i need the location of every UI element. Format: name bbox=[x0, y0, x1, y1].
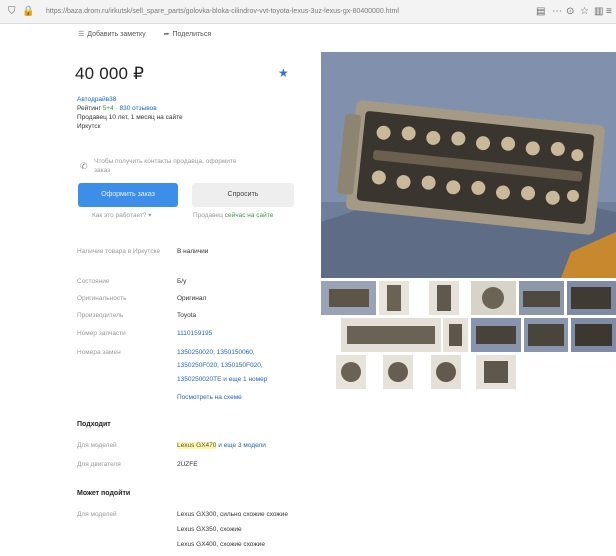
thumbnail[interactable] bbox=[429, 281, 459, 315]
spec-value: В наличии bbox=[177, 248, 209, 255]
spec-label: Состояние bbox=[77, 278, 110, 285]
seller-city: Иркутск bbox=[77, 123, 101, 130]
share-link[interactable]: ➦ Поделиться bbox=[164, 30, 212, 38]
reviews-link[interactable]: 830 отзывов bbox=[120, 105, 157, 112]
replacement-number-row: 1350250020TE и еще 1 номер bbox=[177, 376, 268, 383]
fits-engines: 2UZFE bbox=[177, 461, 198, 468]
thumbnail[interactable] bbox=[571, 318, 616, 352]
fits-models: Lexus GX470 и еще 3 модели bbox=[177, 442, 266, 449]
spec-value: Б/у bbox=[177, 278, 187, 285]
thumbnail[interactable] bbox=[443, 318, 468, 352]
more-models-link[interactable]: и еще 3 модели bbox=[218, 442, 266, 449]
how-it-works-link[interactable]: Как это работает? ▾ bbox=[92, 211, 152, 220]
spec-label: Номер запчасти bbox=[77, 330, 126, 337]
spec-label: Наличие товара в Иркутске bbox=[77, 248, 161, 255]
more-numbers-link[interactable]: и еще 1 номер bbox=[223, 376, 267, 383]
thumbnail[interactable] bbox=[524, 318, 568, 352]
price: 40 000 ₽ bbox=[75, 64, 145, 83]
thumbnail[interactable] bbox=[431, 355, 461, 389]
spec-label: Оригинальность bbox=[77, 295, 127, 302]
replacement-number[interactable]: 1350250020, 1350150060, bbox=[177, 348, 255, 357]
thumbnail[interactable] bbox=[383, 355, 413, 389]
shield-icon[interactable]: ⛉ bbox=[8, 6, 16, 17]
thumbnail[interactable] bbox=[471, 281, 516, 315]
may-fit-item: Lexus GX400, схожие схожие bbox=[177, 541, 265, 548]
thumbnail[interactable] bbox=[321, 281, 376, 315]
thumbnail-gallery bbox=[321, 281, 616, 391]
lock-icon[interactable]: 🔒 bbox=[22, 6, 34, 17]
more-icon[interactable]: ⋯ bbox=[552, 6, 562, 17]
thumbnail[interactable] bbox=[567, 281, 616, 315]
seller-since: Продавец 10 лет, 1 месяц на сайте bbox=[77, 114, 183, 121]
thumbnail[interactable] bbox=[471, 318, 521, 352]
library-icon[interactable]: ▥ bbox=[594, 6, 603, 17]
phone-icon: ✆ bbox=[80, 161, 88, 171]
thumbnail[interactable] bbox=[476, 355, 516, 389]
replacement-number[interactable]: 1350250F020, 1350150F020, bbox=[177, 361, 263, 370]
spec-label: Номера замен bbox=[77, 349, 121, 356]
pocket-icon[interactable]: ⊙ bbox=[566, 6, 574, 17]
thumbnail[interactable] bbox=[519, 281, 564, 315]
spec-label: Для моделей bbox=[77, 442, 117, 449]
thumbnail[interactable] bbox=[336, 355, 366, 389]
address-bar[interactable]: https://baza.drom.ru/irkutsk/sell_spare_… bbox=[46, 5, 516, 19]
seller-status: Продавец сейчас на сайте bbox=[193, 212, 274, 219]
bookmark-icon[interactable]: ☆ bbox=[580, 6, 589, 17]
contact-note: Чтобы получить контакты продавца, оформи… bbox=[94, 158, 237, 174]
scheme-link[interactable]: Посмотреть на схеме bbox=[177, 393, 242, 402]
seller-name[interactable]: Автодрайв38 bbox=[77, 95, 116, 104]
order-button[interactable]: Оформить заказ bbox=[78, 183, 178, 207]
spec-value: Toyota bbox=[177, 312, 197, 319]
menu-icon[interactable]: ≡ bbox=[606, 6, 612, 17]
thumbnail[interactable] bbox=[341, 318, 441, 352]
ask-button[interactable]: Спросить bbox=[192, 183, 294, 207]
engine-head-image bbox=[321, 52, 616, 278]
main-photo[interactable] bbox=[321, 52, 616, 278]
may-fit-item: Lexus GX350, схожие bbox=[177, 526, 242, 533]
may-fit-item: Lexus GX300, сильно схожие схожие bbox=[177, 511, 289, 518]
favorite-star-icon[interactable]: ★ bbox=[278, 66, 289, 80]
thumbnail[interactable] bbox=[379, 281, 409, 315]
seller-rating: Рейтинг 5+4 · 830 отзывов bbox=[77, 105, 157, 112]
ad-actions: ☰ Добавить заметку ➦ Поделиться bbox=[78, 30, 211, 38]
spec-value: Оригинал bbox=[177, 295, 207, 302]
may-fit-title: Может подойти bbox=[77, 490, 131, 497]
fits-title: Подходит bbox=[77, 421, 111, 428]
part-number-link[interactable]: 1110159195 bbox=[177, 329, 212, 338]
favorite-link[interactable]: ☰ Добавить заметку bbox=[78, 30, 146, 38]
reader-icon[interactable]: ▤ bbox=[536, 6, 545, 17]
spec-label: Для двигателя bbox=[77, 461, 121, 468]
spec-label: Производитель bbox=[77, 312, 124, 319]
note-icon: ☰ bbox=[78, 31, 85, 38]
browser-toolbar: ⛉ 🔒 https://baza.drom.ru/irkutsk/sell_sp… bbox=[0, 0, 616, 24]
share-icon: ➦ bbox=[163, 31, 170, 38]
spec-label: Для моделей bbox=[77, 511, 117, 518]
